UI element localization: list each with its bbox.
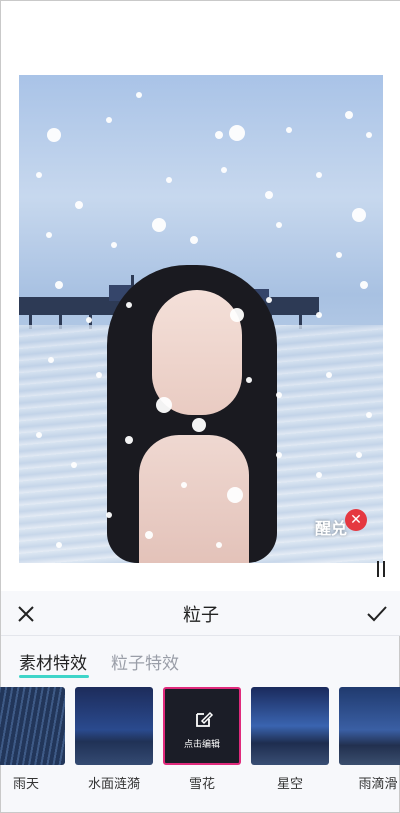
video-preview[interactable]: 醒兑 ✕ [19,75,383,563]
effect-item-starry[interactable]: 星空 [251,687,329,793]
watermark-text: 醒兑 [314,519,347,538]
effect-thumbnail [0,687,65,765]
effect-item-rain[interactable]: 雨天 [0,687,65,793]
effect-label: 雨天 [12,777,39,792]
effect-thumbnail [251,687,329,765]
effect-label: 雪花 [188,777,215,792]
effect-item-ripple[interactable]: 水面涟漪 [75,687,153,793]
effect-thumbnail [75,687,153,765]
subject-shoulders [139,435,249,563]
panel-title: 粒子 [183,605,219,626]
remove-effect-button[interactable]: ✕ [345,509,367,531]
effect-label: 星空 [276,777,303,792]
effect-list[interactable]: 雨天 水面涟漪 点击编辑 雪花 星空 雨滴滑 [0,687,400,797]
header-divider [1,635,400,636]
effect-thumbnail [339,687,400,765]
pause-icon[interactable] [375,561,389,577]
tab-material-effects[interactable]: 素材特效 [19,649,87,674]
effect-thumbnail-selected: 点击编辑 [163,687,241,765]
active-tab-indicator [19,675,89,678]
effect-label: 雨滴滑 [358,777,398,792]
edit-label: 点击编辑 [183,740,220,750]
subject-face [152,290,242,415]
effect-item-raindrops[interactable]: 雨滴滑 [339,687,400,793]
edit-icon [196,711,214,727]
tab-particle-effects[interactable]: 粒子特效 [111,649,179,674]
effect-item-snowflake[interactable]: 点击编辑 雪花 [163,687,241,793]
effect-label: 水面涟漪 [87,777,140,792]
